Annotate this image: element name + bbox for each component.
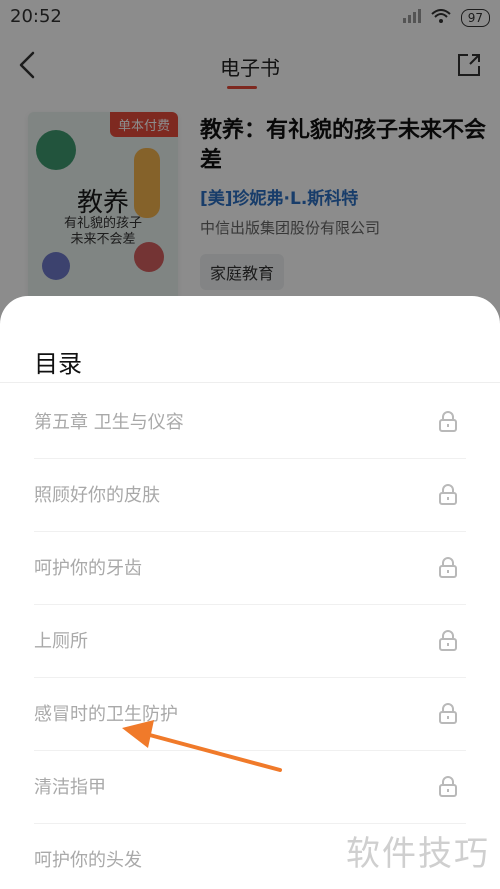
toc-title: 目录 (34, 350, 82, 378)
toc-list: 第五章 卫生与仪容 照顾好你的皮肤 呵护你的牙齿 上厕所 感冒时的卫生防护 清洁… (0, 386, 500, 889)
toc-item[interactable]: 照顾好你的皮肤 (34, 459, 466, 532)
toc-item-label: 照顾好你的皮肤 (34, 485, 160, 506)
toc-item-label: 呵护你的牙齿 (34, 558, 142, 579)
toc-item-label: 上厕所 (34, 631, 88, 652)
toc-item[interactable]: 第五章 卫生与仪容 (34, 386, 466, 459)
toc-item[interactable]: 呵护你的牙齿 (34, 532, 466, 605)
lock-icon (439, 411, 457, 432)
toc-item-label: 感冒时的卫生防护 (34, 704, 178, 725)
toc-item[interactable]: 上厕所 (34, 605, 466, 678)
lock-icon (439, 630, 457, 651)
toc-item[interactable]: 感冒时的卫生防护 (34, 678, 466, 751)
divider (0, 382, 500, 383)
lock-icon (439, 557, 457, 578)
toc-item[interactable]: 清洁指甲 (34, 751, 466, 824)
lock-icon (439, 776, 457, 797)
lock-icon (439, 703, 457, 724)
toc-sheet: 目录 第五章 卫生与仪容 照顾好你的皮肤 呵护你的牙齿 上厕所 感冒时的卫生防护… (0, 296, 500, 889)
toc-item-label: 清洁指甲 (34, 777, 106, 798)
watermark: 软件技巧 (346, 834, 490, 874)
toc-item-label: 呵护你的头发 (34, 850, 142, 871)
toc-item-label: 第五章 卫生与仪容 (34, 412, 184, 433)
lock-icon (439, 484, 457, 505)
